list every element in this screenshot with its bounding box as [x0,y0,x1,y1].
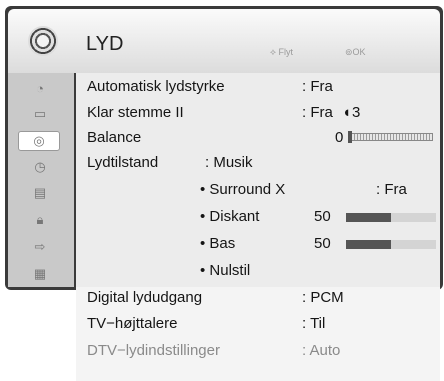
option-icon[interactable]: ▤ [20,184,60,202]
bass-slider[interactable] [346,240,436,249]
digital-audio-out-value: : PCM [302,289,344,306]
sound-mode-label[interactable]: Lydtilstand [87,154,158,171]
treble-value: 50 [314,208,331,225]
navigate-hint: ⟡ Flyt [270,47,293,57]
reset-item[interactable]: • Nulstil [200,262,250,279]
screen-icon[interactable]: ▭ [20,105,60,123]
ok-hint: ⊚OK [345,47,366,57]
dtv-audio-settings-label[interactable]: DTV−lydindstillinger [87,342,220,359]
digital-audio-out-label[interactable]: Digital lydudgang [87,289,202,306]
balance-slider[interactable] [350,133,433,141]
surround-label[interactable]: • Surround X [200,181,285,198]
auto-volume-label[interactable]: Automatisk lydstyrke [87,78,225,95]
bass-label[interactable]: • Bas [200,235,235,252]
tv-speaker-value: : Til [302,315,326,332]
dtv-audio-settings-value: : Auto [302,342,341,359]
balance-label[interactable]: Balance [87,129,141,146]
treble-label[interactable]: • Diskant [200,208,259,225]
picture-icon[interactable]: ◔ [20,79,60,97]
category-sidebar: ◔ ▭ ◎ ◷ ▤ 🔒︎ ⇨ ▦ [8,73,74,287]
clock-icon[interactable]: ◷ [20,158,60,176]
tv-speaker-label[interactable]: TV−højttalere [87,315,177,332]
bass-level-fill [346,240,391,249]
balance-value: 0 [335,129,344,146]
clear-voice-icon: ◖ [342,104,352,121]
page-title: LYD [86,33,124,55]
input-icon[interactable]: ⇨ [20,238,60,256]
bass-value: 50 [314,235,331,252]
surround-value: : Fra [376,181,407,198]
balance-slider-handle[interactable] [348,131,352,143]
audio-category-icon[interactable]: ◎ [18,131,60,151]
treble-slider[interactable] [346,213,436,222]
lock-icon[interactable]: 🔒︎ [20,211,60,229]
clear-voice-value: : Fra [302,104,333,121]
auto-volume-value: : Fra [302,78,333,95]
audio-icon [28,26,58,56]
clear-voice-label[interactable]: Klar stemme II [87,104,184,121]
treble-level-fill [346,213,391,222]
usb-icon[interactable]: ▦ [20,265,60,283]
sound-mode-value: : Musik [205,154,253,171]
menu-header: LYD ⟡ Flyt ⊚OK [8,9,440,73]
clear-voice-level: 3 [352,104,361,121]
